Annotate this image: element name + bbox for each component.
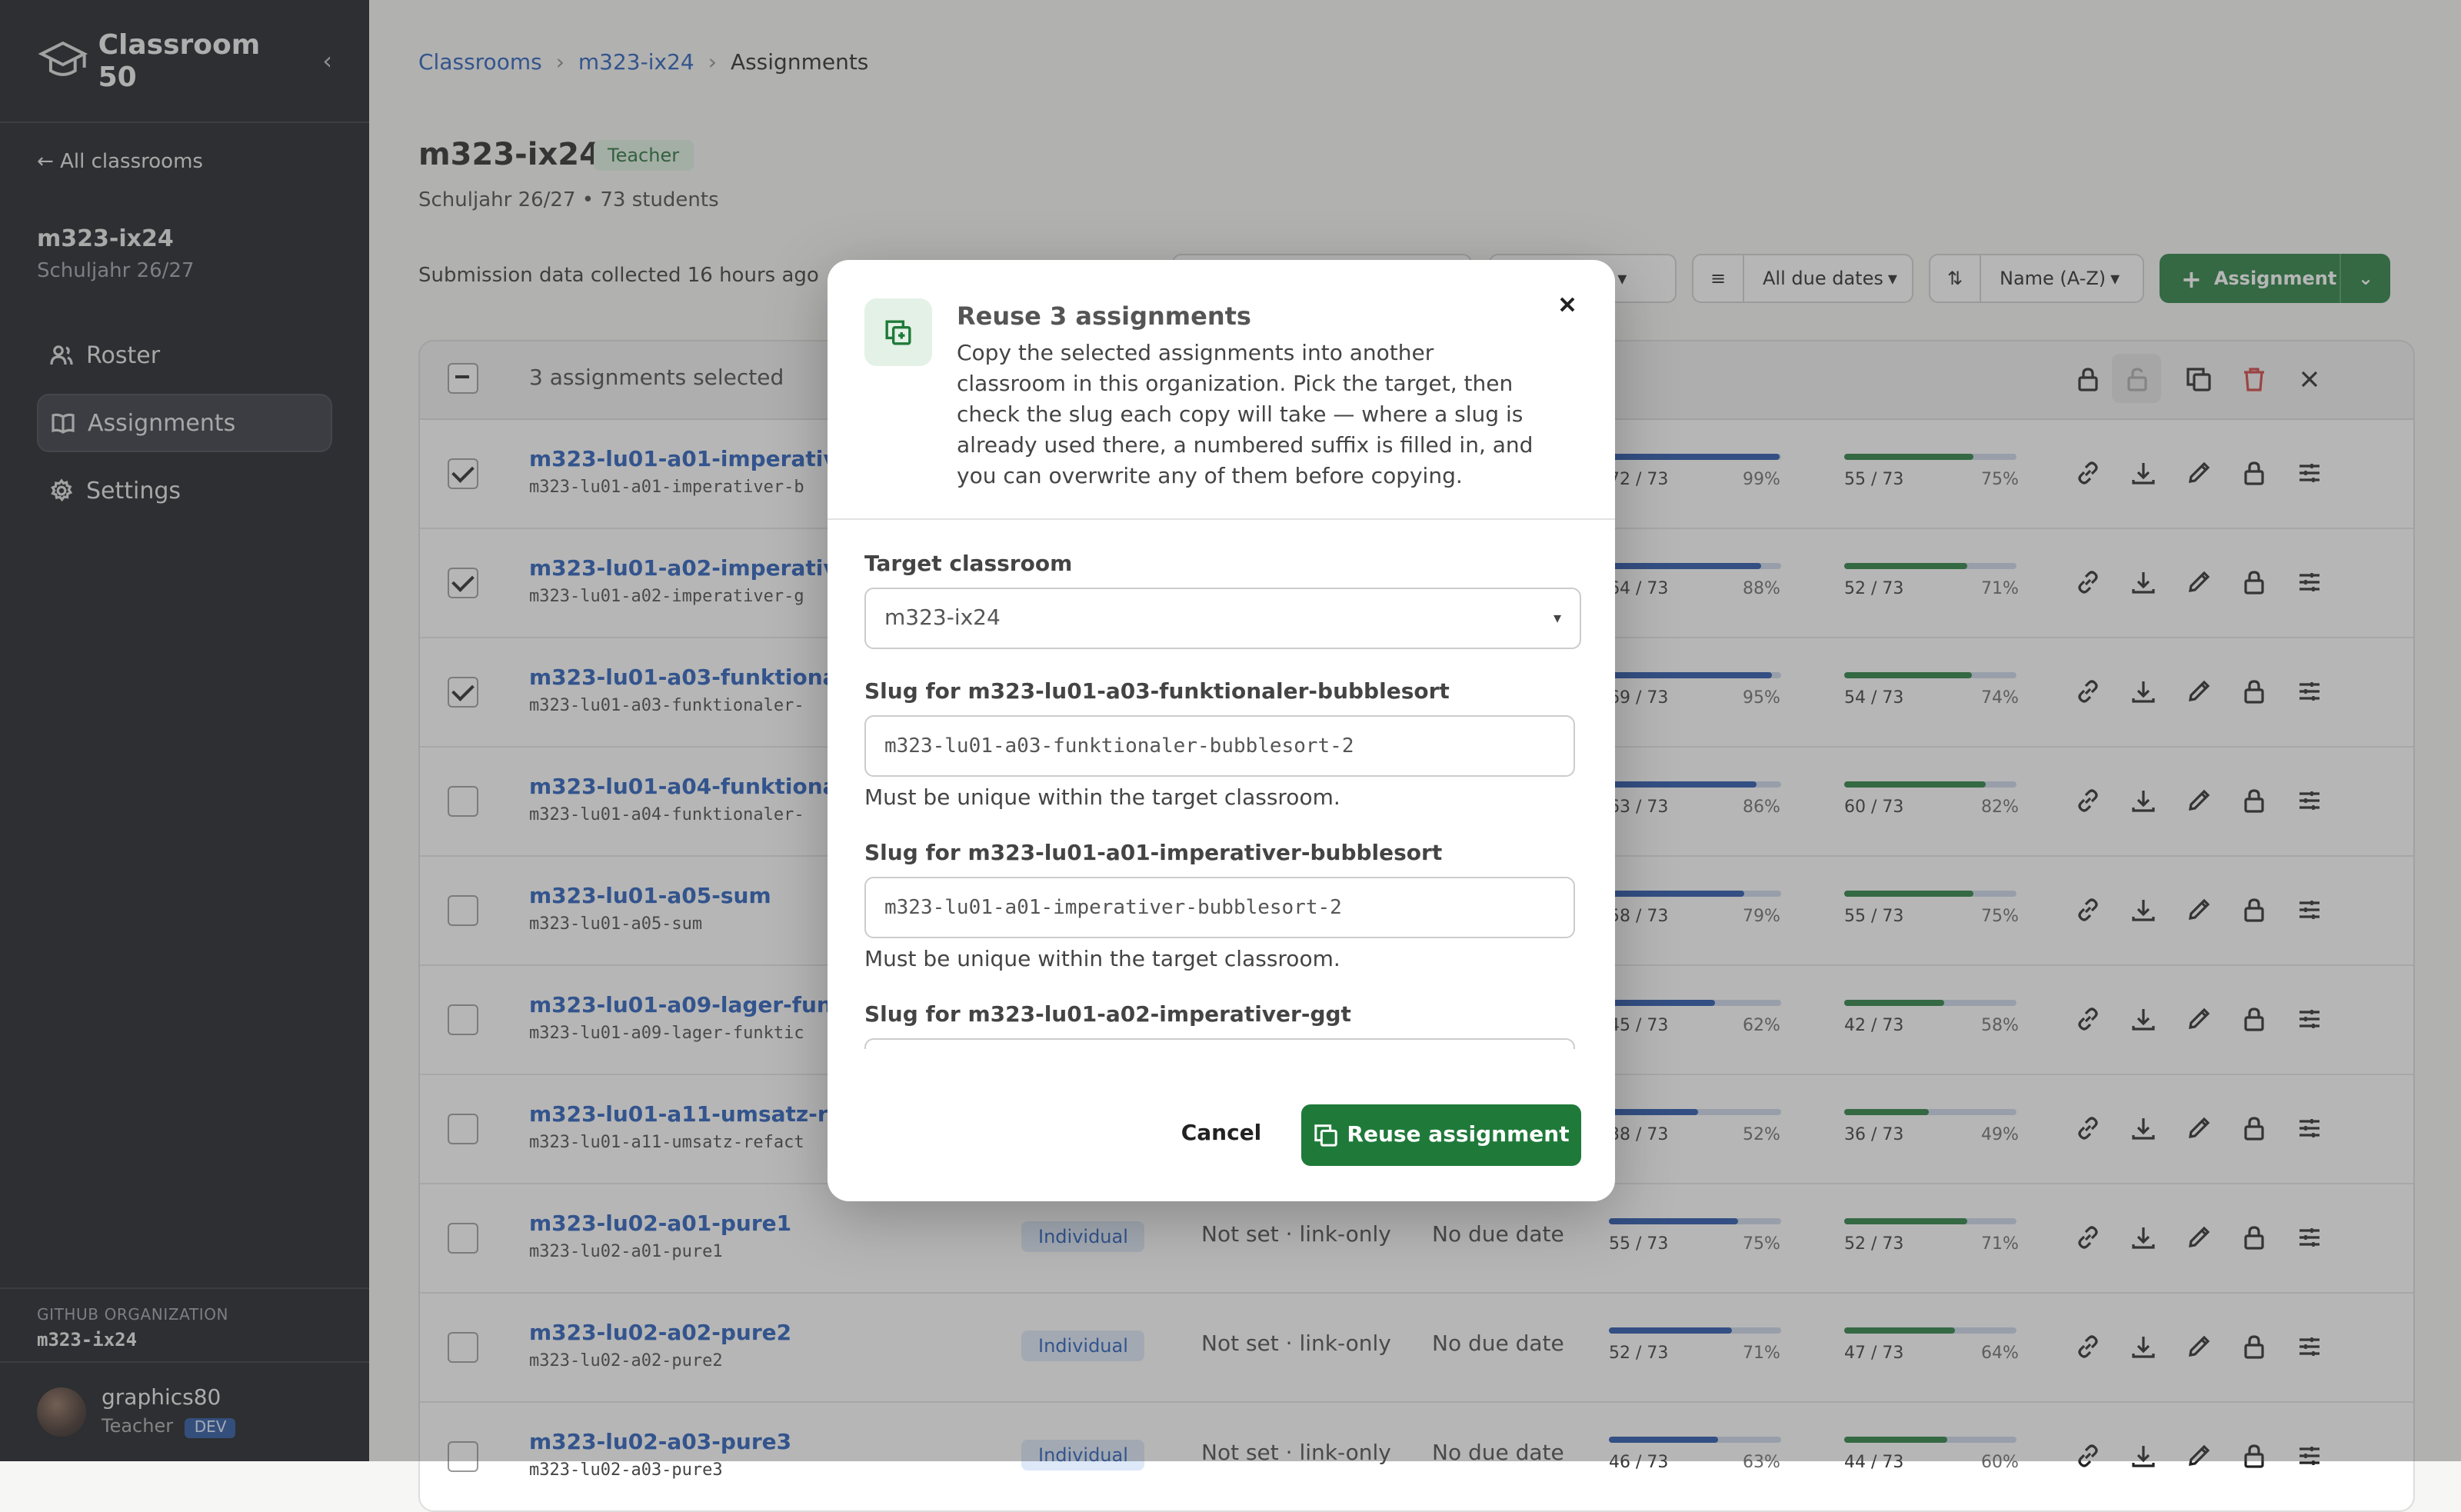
slug-help: Must be unique within the target classro… (864, 947, 1340, 972)
reuse-assignment-button[interactable]: Reuse assignment (1301, 1104, 1581, 1166)
assignment-slug: m323-lu02-a03-pure3 (529, 1460, 723, 1480)
cancel-button[interactable]: Cancel (1144, 1103, 1298, 1164)
slug-label: Slug for m323-lu01-a03-funktionaler-bubb… (864, 680, 1450, 704)
reuse-assignment-label: Reuse assignment (1347, 1123, 1570, 1147)
divider (828, 518, 1615, 520)
close-icon[interactable] (1554, 291, 1581, 318)
slug-input[interactable]: m323-lu01-a03-funktionaler-bubblesort-2 (864, 715, 1575, 777)
copy-icon (864, 298, 932, 366)
copy-icon (1314, 1124, 1337, 1147)
target-classroom-select[interactable]: m323-ix24 ▾ (864, 588, 1581, 649)
dialog-description: Copy the selected assignments into anoth… (957, 341, 1534, 489)
slug-label: Slug for m323-lu01-a01-imperativer-bubbl… (864, 841, 1443, 866)
slug-input[interactable]: m323-lu01-a02-imperativer-ggt-2 (864, 1038, 1575, 1049)
slug-help: Must be unique within the target classro… (864, 786, 1340, 811)
dialog-title: Reuse 3 assignments (957, 301, 1251, 331)
target-classroom-label: Target classroom (864, 552, 1073, 577)
slug-scroll-clip: m323-lu01-a02-imperativer-ggt-2 (828, 1038, 1615, 1049)
slug-input[interactable]: m323-lu01-a01-imperativer-bubblesort-2 (864, 877, 1575, 938)
caret-down-icon: ▾ (1553, 610, 1561, 627)
target-classroom-value: m323-ix24 (884, 606, 1001, 631)
slug-label: Slug for m323-lu01-a02-imperativer-ggt (864, 1003, 1351, 1027)
reuse-assignments-dialog: Reuse 3 assignments Copy the selected as… (828, 260, 1615, 1201)
